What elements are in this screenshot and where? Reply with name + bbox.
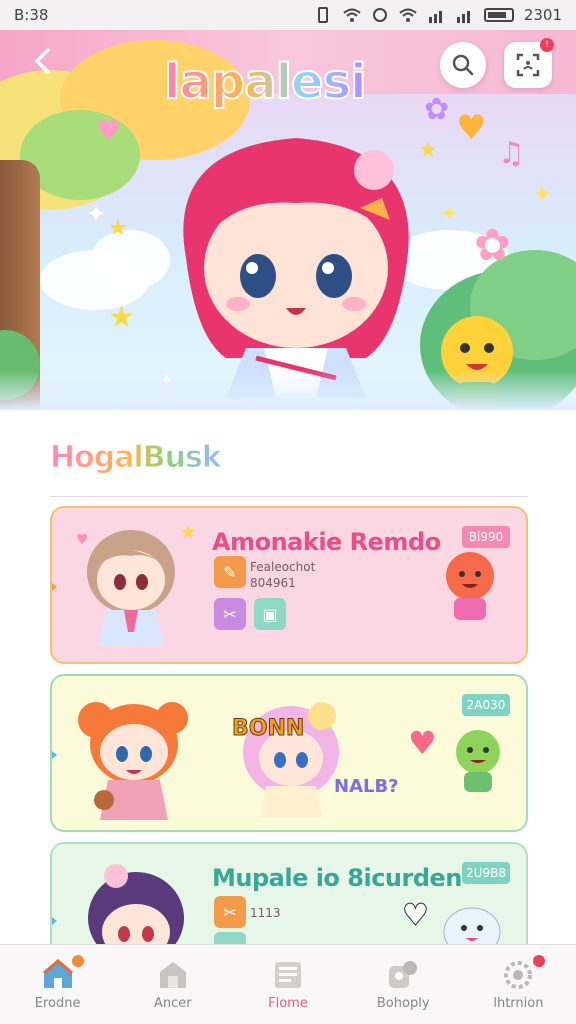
back-button[interactable] bbox=[28, 46, 60, 78]
friends-icon bbox=[389, 961, 418, 988]
star-icon: ✦ bbox=[532, 180, 553, 208]
notification-badge: ! bbox=[540, 38, 554, 52]
card-subtitle: Fealeochot bbox=[250, 560, 316, 574]
card-character-avatar bbox=[78, 702, 188, 820]
card-edge-arrow bbox=[52, 914, 57, 928]
card-critter bbox=[456, 730, 500, 792]
section-divider bbox=[50, 496, 528, 497]
bookmark-icon[interactable]: ✎ bbox=[214, 556, 246, 588]
nav-notification-dot bbox=[72, 955, 84, 967]
data-saver-icon bbox=[372, 8, 387, 22]
hero-ground bbox=[0, 370, 576, 410]
heart-icon: ♥ bbox=[96, 114, 122, 147]
section-title: HogalBusk bbox=[50, 440, 223, 476]
card-code: 804961 bbox=[250, 576, 296, 590]
status-time: B:38 bbox=[14, 6, 49, 24]
gift-icon[interactable]: ▣ bbox=[254, 598, 286, 630]
star-icon: ★ bbox=[108, 300, 135, 335]
search-button[interactable] bbox=[440, 42, 486, 88]
nav-label: Flome bbox=[268, 996, 308, 1011]
flower-icon: ✿ bbox=[474, 220, 511, 271]
character-card[interactable]: ★ ♥ Amonakie Remdo ✎ Fealeochot 804961 ✂… bbox=[50, 506, 528, 664]
nav-label: lhtrnion bbox=[493, 996, 544, 1011]
character-card[interactable]: BONN NALB? ♥ 2A030 bbox=[50, 674, 528, 832]
signal-icon bbox=[456, 11, 470, 23]
star-icon: ✦ bbox=[86, 200, 107, 228]
card-character-avatar bbox=[87, 530, 175, 646]
card-title: Amonakie Remdo bbox=[212, 528, 441, 556]
status-badge: 2U9B8 bbox=[462, 862, 510, 884]
heart-icon: ♥ bbox=[402, 898, 430, 934]
home-icon bbox=[42, 959, 73, 988]
scan-icon bbox=[516, 53, 540, 77]
star-icon: ★ bbox=[108, 216, 128, 241]
back-arrow-icon bbox=[34, 48, 50, 74]
sparkle-icon: ★ bbox=[180, 522, 197, 543]
store-icon bbox=[159, 962, 186, 988]
nav-label: Erodne bbox=[34, 996, 81, 1011]
vibrate-icon bbox=[317, 7, 328, 23]
battery-icon bbox=[483, 8, 514, 22]
settings-icon bbox=[504, 961, 533, 989]
character-card[interactable]: Mupale io 8icurden ✂ 1113 ✂ 2U9B8 ♥ bbox=[50, 842, 528, 952]
nav-item-news[interactable]: Flome bbox=[230, 945, 345, 1024]
status-badge: Bi990 bbox=[462, 526, 510, 548]
nav-item-store[interactable]: Ancer bbox=[115, 945, 230, 1024]
nav-item-friends[interactable]: Bohoply bbox=[346, 945, 461, 1024]
nav-notification-dot bbox=[532, 955, 545, 967]
wifi-icon bbox=[399, 8, 417, 22]
sticker-text: BONN bbox=[231, 716, 305, 742]
card-code: 1113 bbox=[250, 906, 281, 920]
battery-text: 2301 bbox=[523, 6, 562, 24]
card-character-avatar bbox=[88, 864, 184, 952]
signal-icon bbox=[428, 11, 442, 23]
heart-icon: ♥ bbox=[456, 108, 487, 148]
card-title: Mupale io 8icurden bbox=[212, 864, 462, 892]
tools-icon[interactable]: ✂ bbox=[214, 598, 246, 630]
tools-icon[interactable]: ✂ bbox=[214, 896, 246, 928]
sticker-text: NALB? bbox=[334, 776, 399, 797]
page-title: lapalesi bbox=[163, 53, 368, 111]
nav-label: Bohoply bbox=[376, 996, 430, 1011]
hero-mascot-girl bbox=[183, 138, 409, 398]
news-icon bbox=[275, 962, 301, 988]
heart-icon: ♥ bbox=[408, 724, 437, 762]
nav-item-settings[interactable]: lhtrnion bbox=[461, 945, 576, 1024]
card-critter bbox=[446, 552, 494, 620]
card-edge-arrow bbox=[52, 748, 57, 762]
music-note-icon: ♫ bbox=[498, 136, 525, 171]
status-icons: 2301 bbox=[314, 6, 562, 24]
status-bar: B:38 2301 bbox=[0, 0, 576, 30]
card-edge-arrow bbox=[52, 580, 57, 594]
heart-icon: ♥ bbox=[76, 532, 89, 548]
wifi-icon bbox=[343, 8, 361, 22]
nav-label: Ancer bbox=[153, 996, 192, 1011]
bottom-nav: Erodne Ancer Flome Bohoply lhtrnion bbox=[0, 944, 576, 1024]
nav-item-home[interactable]: Erodne bbox=[0, 945, 115, 1024]
status-badge: 2A030 bbox=[462, 694, 510, 716]
search-icon bbox=[452, 54, 474, 76]
scan-button[interactable]: ! bbox=[504, 38, 554, 88]
hero-banner: ★ ★ ★ ✦ ✦ ✦ ✦ ♥ ♥ ✿ ✿ ♫ lapalesi bbox=[0, 30, 576, 410]
